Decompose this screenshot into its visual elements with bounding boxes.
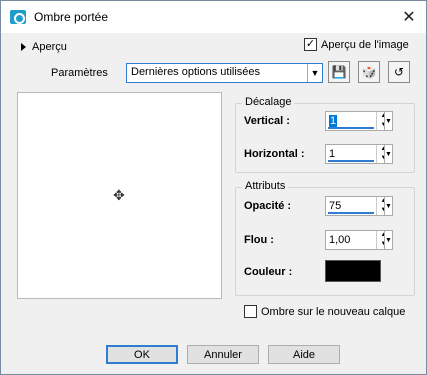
ombre-nouveau-calque-label: Ombre sur le nouveau calque — [261, 305, 406, 318]
attributs-title: Attributs — [242, 180, 289, 192]
couleur-label: Couleur : — [244, 266, 293, 278]
couleur-swatch[interactable] — [325, 260, 381, 282]
preview-area[interactable]: ✥ — [17, 92, 222, 299]
checkbox-unchecked-icon — [244, 305, 257, 318]
apercu-label: Aperçu — [32, 41, 67, 53]
dice-icon: 🎲 — [361, 65, 377, 79]
decalage-title: Décalage — [242, 96, 295, 108]
annuler-button[interactable]: Annuler — [187, 345, 259, 364]
expand-arrow-icon — [21, 43, 26, 51]
apercu-image-label: Aperçu de l'image — [321, 38, 409, 51]
random-preset-button[interactable]: 🎲 — [358, 61, 380, 83]
vertical-value: 1 — [329, 115, 338, 127]
opacite-label: Opacité : — [244, 200, 292, 212]
preset-dropdown[interactable]: Dernières options utilisées ▼ — [126, 63, 323, 83]
vertical-label: Vertical : — [244, 115, 290, 127]
preset-value: Dernières options utilisées — [131, 66, 261, 78]
opacite-slider-button[interactable]: ▼ — [384, 196, 393, 216]
apercu-image-checkbox[interactable]: ✓ Aperçu de l'image — [304, 38, 409, 51]
chevron-down-icon: ▼ — [385, 150, 392, 158]
opacite-input[interactable]: 75 ▲▼ — [325, 196, 391, 216]
close-icon: ✕ — [402, 9, 416, 26]
ombre-nouveau-calque-checkbox[interactable]: Ombre sur le nouveau calque — [244, 305, 405, 318]
vertical-slider-button[interactable]: ▼ — [384, 111, 393, 131]
ombre-portee-dialog: Ombre portée ✕ Aperçu ✓ Aperçu de l'imag… — [0, 0, 427, 375]
horizontal-slider-indicator — [328, 160, 374, 162]
chevron-down-icon: ▼ — [385, 202, 392, 210]
vertical-slider-indicator — [328, 127, 374, 129]
horizontal-input[interactable]: 1 ▲▼ — [325, 144, 391, 164]
ok-button[interactable]: OK — [106, 345, 178, 364]
pan-cursor-icon: ✥ — [113, 187, 125, 203]
window-title: Ombre portée — [34, 10, 109, 24]
flou-value: 1,00 — [329, 234, 351, 246]
horizontal-slider-button[interactable]: ▼ — [384, 144, 393, 164]
save-icon: 💾 — [331, 65, 347, 79]
save-preset-button[interactable]: 💾 — [328, 61, 350, 83]
app-icon — [10, 10, 26, 24]
opacite-value: 75 — [329, 200, 342, 212]
opacite-slider-indicator — [328, 212, 374, 214]
title-bar: Ombre portée ✕ — [1, 1, 426, 33]
horizontal-value: 1 — [329, 148, 336, 160]
chevron-down-icon: ▼ — [385, 117, 392, 125]
close-button[interactable]: ✕ — [392, 1, 426, 33]
flou-slider-button[interactable]: ▼ — [384, 230, 393, 250]
aide-button[interactable]: Aide — [268, 345, 340, 364]
parametres-label: Paramètres — [51, 67, 108, 79]
flou-label: Flou : — [244, 234, 274, 246]
vertical-input[interactable]: 1 ▲▼ — [325, 111, 391, 131]
chevron-down-icon: ▼ — [307, 64, 322, 82]
chevron-down-icon: ▼ — [385, 236, 392, 244]
apercu-toggle[interactable]: Aperçu — [21, 41, 67, 53]
horizontal-label: Horizontal : — [244, 148, 305, 160]
checkbox-checked-icon: ✓ — [304, 38, 317, 51]
reset-button[interactable]: ↺ — [388, 61, 410, 83]
reset-icon: ↺ — [393, 65, 405, 79]
flou-input[interactable]: 1,00 ▲▼ — [325, 230, 391, 250]
